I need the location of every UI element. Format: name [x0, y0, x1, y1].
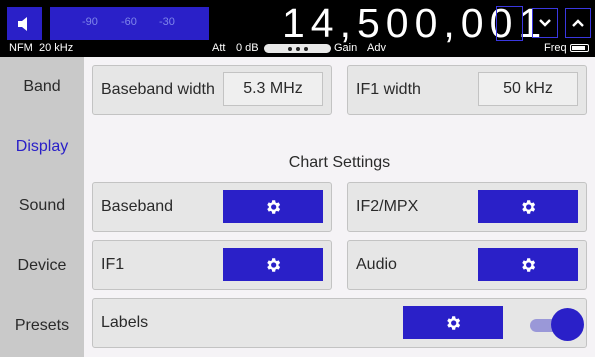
tune-down-button[interactable] — [532, 8, 558, 38]
baseband-width-row: Baseband width 5.3 MHz — [92, 65, 332, 115]
display-settings-panel: Baseband width 5.3 MHz IF1 width 50 kHz … — [84, 57, 595, 357]
audio-settings-button[interactable] — [478, 248, 578, 281]
mode-label: NFM — [9, 42, 33, 54]
if2-mpx-settings-button[interactable] — [478, 190, 578, 223]
att-label: Att — [212, 42, 226, 54]
chevron-down-icon — [539, 19, 551, 27]
gear-icon — [522, 199, 536, 214]
battery-icon — [570, 44, 589, 52]
labels-row: Labels — [92, 298, 587, 348]
att-value: 0 dB — [236, 42, 259, 54]
if1-width-field[interactable]: 50 kHz — [478, 72, 578, 106]
top-bar: NFM 20 kHz -90 -60 -30 14,500,001 Att 0 … — [0, 0, 595, 57]
signal-meter: -90 -60 -30 — [50, 7, 209, 40]
gear-icon — [447, 315, 461, 330]
bandwidth-label: 20 kHz — [38, 42, 74, 54]
if2-mpx-chart-row: IF2/MPX — [347, 182, 587, 232]
if1-chart-row: IF1 — [92, 240, 332, 290]
meter-tick: -30 — [159, 16, 175, 28]
labels-toggle-knob[interactable] — [551, 308, 584, 341]
if1-settings-button[interactable] — [223, 248, 323, 281]
mode-readout[interactable]: NFM 20 kHz — [9, 41, 73, 55]
speaker-icon — [17, 16, 27, 31]
baseband-width-field[interactable]: 5.3 MHz — [223, 72, 323, 106]
sidebar: Band Display Sound Device Presets — [0, 57, 84, 357]
baseband-chart-label: Baseband — [101, 198, 174, 215]
adv-button[interactable]: Adv — [367, 41, 386, 55]
baseband-width-label: Baseband width — [101, 81, 215, 98]
gain-label: Gain — [334, 42, 358, 54]
gear-icon — [522, 257, 536, 272]
labels-settings-button[interactable] — [403, 306, 503, 339]
chart-settings-title: Chart Settings — [288, 154, 391, 171]
labels-label: Labels — [101, 314, 149, 331]
gear-icon — [267, 257, 281, 272]
digit-cursor[interactable] — [496, 6, 523, 41]
chevron-up-icon — [572, 19, 584, 27]
meter-tick: -90 — [82, 16, 98, 28]
sidebar-item-display[interactable]: Display — [0, 127, 84, 167]
meter-tick: -60 — [121, 16, 137, 28]
audio-chart-label: Audio — [356, 256, 397, 273]
gear-icon — [267, 199, 281, 214]
mute-button[interactable] — [7, 7, 42, 40]
if1-chart-label: IF1 — [101, 256, 125, 273]
baseband-settings-button[interactable] — [223, 190, 323, 223]
sidebar-item-sound[interactable]: Sound — [0, 186, 84, 226]
if1-width-row: IF1 width 50 kHz — [347, 65, 587, 115]
freq-label: Freq — [544, 42, 567, 54]
gain-slider[interactable] — [264, 44, 331, 53]
sidebar-item-band[interactable]: Band — [0, 67, 84, 107]
if1-width-label: IF1 width — [356, 81, 421, 98]
sidebar-item-presets[interactable]: Presets — [0, 306, 84, 346]
tune-up-button[interactable] — [565, 8, 591, 38]
baseband-chart-row: Baseband — [92, 182, 332, 232]
if2-mpx-chart-label: IF2/MPX — [356, 198, 419, 215]
sidebar-item-device[interactable]: Device — [0, 246, 84, 286]
audio-chart-row: Audio — [347, 240, 587, 290]
